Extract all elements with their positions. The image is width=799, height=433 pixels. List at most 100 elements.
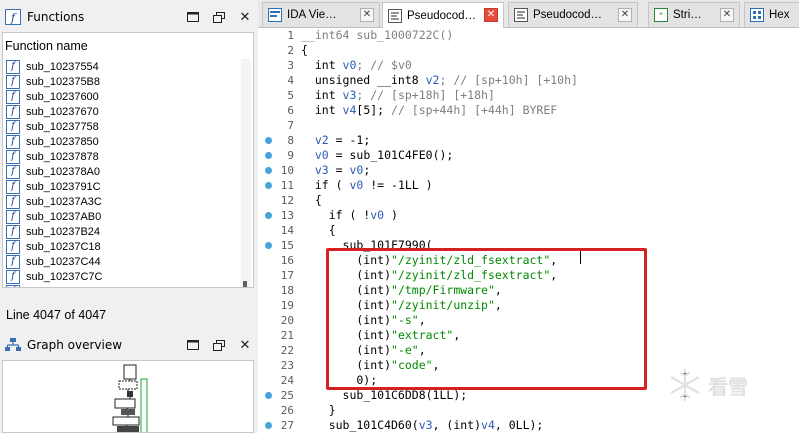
function-list-item[interactable]: f sub_10237AB0 bbox=[6, 209, 242, 224]
function-list-item[interactable]: f sub_10237878 bbox=[6, 149, 242, 164]
tab-hex[interactable]: Hex bbox=[744, 2, 799, 27]
function-list-item[interactable]: f sub_10237850 bbox=[6, 134, 242, 149]
line-number: 19 bbox=[280, 299, 294, 312]
float-window-icon[interactable] bbox=[206, 5, 232, 29]
close-icon[interactable]: ✕ bbox=[232, 5, 258, 29]
code-token: v0 bbox=[314, 148, 329, 162]
code-line[interactable]: 6 int v4[5]; // [sp+44h] [+44h] BYREF bbox=[258, 103, 799, 118]
code-token: { bbox=[301, 193, 322, 207]
code-token: // [sp+44h] [+44h] BYREF bbox=[391, 103, 558, 117]
line-number: 1 bbox=[287, 29, 294, 42]
breakpoint-dot-icon[interactable] bbox=[265, 212, 272, 219]
breakpoint-dot-icon[interactable] bbox=[265, 242, 272, 249]
code-line[interactable]: 5 int v3; // [sp+18h] [+18h] bbox=[258, 88, 799, 103]
code-token: ; // $v0 bbox=[356, 58, 412, 72]
scrollbar-thumb[interactable] bbox=[243, 281, 247, 287]
breakpoint-dot-icon[interactable] bbox=[265, 182, 272, 189]
tab-label: Pseudocod… bbox=[533, 9, 603, 21]
function-list-item[interactable]: f sub_10237B24 bbox=[6, 224, 242, 239]
function-list-item[interactable]: f sub_10237600 bbox=[6, 89, 242, 104]
function-list-item[interactable]: f sub_102378A0 bbox=[6, 164, 242, 179]
code-text: v0 = sub_101C4FE0(); bbox=[301, 148, 453, 163]
line-number: 16 bbox=[280, 254, 294, 267]
function-list-item[interactable]: f sub_102375B8 bbox=[6, 74, 242, 89]
function-list-item[interactable]: f sub_10237C44 bbox=[6, 254, 242, 269]
line-number: 10 bbox=[280, 164, 294, 177]
code-text: sub_101C6DD8(1LL); bbox=[301, 388, 468, 403]
code-line[interactable]: 3 int v0; // $v0 bbox=[258, 58, 799, 73]
breakpoint-dot-icon[interactable] bbox=[265, 152, 272, 159]
code-line[interactable]: 14 { bbox=[258, 223, 799, 238]
watermark-text: 看雪 bbox=[708, 374, 748, 399]
breakpoint-dot-icon[interactable] bbox=[265, 392, 272, 399]
code-line[interactable]: 4 unsigned __int8 v2; // [sp+10h] [+10h] bbox=[258, 73, 799, 88]
text-cursor bbox=[580, 251, 581, 264]
breakpoint-dot-icon[interactable] bbox=[265, 167, 272, 174]
restore-icon[interactable] bbox=[180, 5, 206, 29]
tab-ida-view[interactable]: IDA Vie… ✕ bbox=[262, 2, 380, 27]
line-number: 5 bbox=[287, 89, 294, 102]
close-icon[interactable]: ✕ bbox=[232, 333, 258, 357]
code-line[interactable]: 1 __int64 sub_1000722C() bbox=[258, 28, 799, 43]
function-name: sub_10237878 bbox=[26, 150, 99, 163]
line-number: 24 bbox=[280, 374, 294, 387]
code-text: v3 = v0; bbox=[301, 163, 370, 178]
strings-icon: " bbox=[654, 8, 668, 22]
function-list-item[interactable]: f sub_1023791C bbox=[6, 179, 242, 194]
code-line[interactable]: 27 sub_101C4D60(v3, (int)v4, 0LL); bbox=[258, 418, 799, 433]
code-text: v2 = -1; bbox=[301, 133, 370, 148]
close-tab-icon[interactable]: ✕ bbox=[720, 8, 734, 22]
code-line[interactable]: 10 v3 = v0; bbox=[258, 163, 799, 178]
code-text: __int64 sub_1000722C() bbox=[301, 28, 453, 43]
function-list-item[interactable]: f sub_10237C7C bbox=[6, 269, 242, 284]
function-icon: f bbox=[6, 179, 20, 194]
restore-icon[interactable] bbox=[180, 333, 206, 357]
function-name-column-header[interactable]: Function name bbox=[5, 39, 88, 53]
function-name: sub_10237A3C bbox=[26, 195, 102, 208]
line-status-text: Line 4047 of 4047 bbox=[6, 308, 107, 322]
graph-overview-canvas[interactable] bbox=[2, 360, 254, 433]
code-line[interactable]: 7 bbox=[258, 118, 799, 133]
code-line[interactable]: 9 v0 = sub_101C4FE0(); bbox=[258, 148, 799, 163]
vertical-scrollbar[interactable] bbox=[241, 59, 251, 287]
function-name: sub_10237C44 bbox=[26, 255, 101, 268]
code-line[interactable]: 2{ bbox=[258, 43, 799, 58]
code-token: = -1; bbox=[328, 133, 371, 147]
code-line[interactable]: 12 { bbox=[258, 193, 799, 208]
function-list-item[interactable]: f sub_10237A3C bbox=[6, 194, 242, 209]
tab-strings[interactable]: " Stri… ✕ bbox=[648, 2, 740, 27]
close-tab-icon[interactable]: ✕ bbox=[484, 8, 498, 22]
function-list-item[interactable]: f sub_10237C18 bbox=[6, 239, 242, 254]
line-status-bar: Line 4047 of 4047 bbox=[0, 288, 258, 328]
float-window-icon[interactable] bbox=[206, 333, 232, 357]
code-token: v4 bbox=[342, 103, 357, 117]
code-token: = bbox=[328, 163, 350, 177]
line-number: 11 bbox=[280, 179, 294, 192]
function-list-item[interactable]: f sub_10237554 bbox=[6, 59, 242, 74]
code-token: v4 bbox=[481, 418, 495, 432]
breakpoint-dot-icon[interactable] bbox=[265, 422, 272, 429]
code-token: v3 bbox=[418, 418, 433, 432]
function-name: sub_102378A0 bbox=[26, 165, 101, 178]
code-token: __int64 sub_1000722C() bbox=[301, 28, 454, 42]
function-list-item[interactable]: f sub_10237670 bbox=[6, 104, 242, 119]
left-panel: f Functions ✕ Function name f sub_1023755… bbox=[0, 0, 258, 433]
code-token: v0 bbox=[342, 58, 357, 72]
code-line[interactable]: 8 v2 = -1; bbox=[258, 133, 799, 148]
breakpoint-dot-icon[interactable] bbox=[265, 137, 272, 144]
line-number: 2 bbox=[287, 44, 294, 57]
code-line[interactable]: 11 if ( v0 != -1LL ) bbox=[258, 178, 799, 193]
close-tab-icon[interactable]: ✕ bbox=[360, 8, 374, 22]
function-icon: f bbox=[6, 224, 20, 239]
code-line[interactable]: 13 if ( !v0 ) bbox=[258, 208, 799, 223]
code-token: sub_101C4D60( bbox=[301, 418, 419, 432]
pseudocode-icon bbox=[388, 9, 402, 23]
tab-pseudocode[interactable]: Pseudocod… ✕ bbox=[508, 2, 638, 27]
code-token: v2 bbox=[425, 73, 440, 87]
close-tab-icon[interactable]: ✕ bbox=[618, 8, 632, 22]
code-line[interactable]: 26 } bbox=[258, 403, 799, 418]
code-text: if ( !v0 ) bbox=[301, 208, 398, 223]
function-list-item[interactable]: f sub_10237758 bbox=[6, 119, 242, 134]
tab-pseudocode-active[interactable]: Pseudocod… ✕ bbox=[382, 2, 504, 29]
